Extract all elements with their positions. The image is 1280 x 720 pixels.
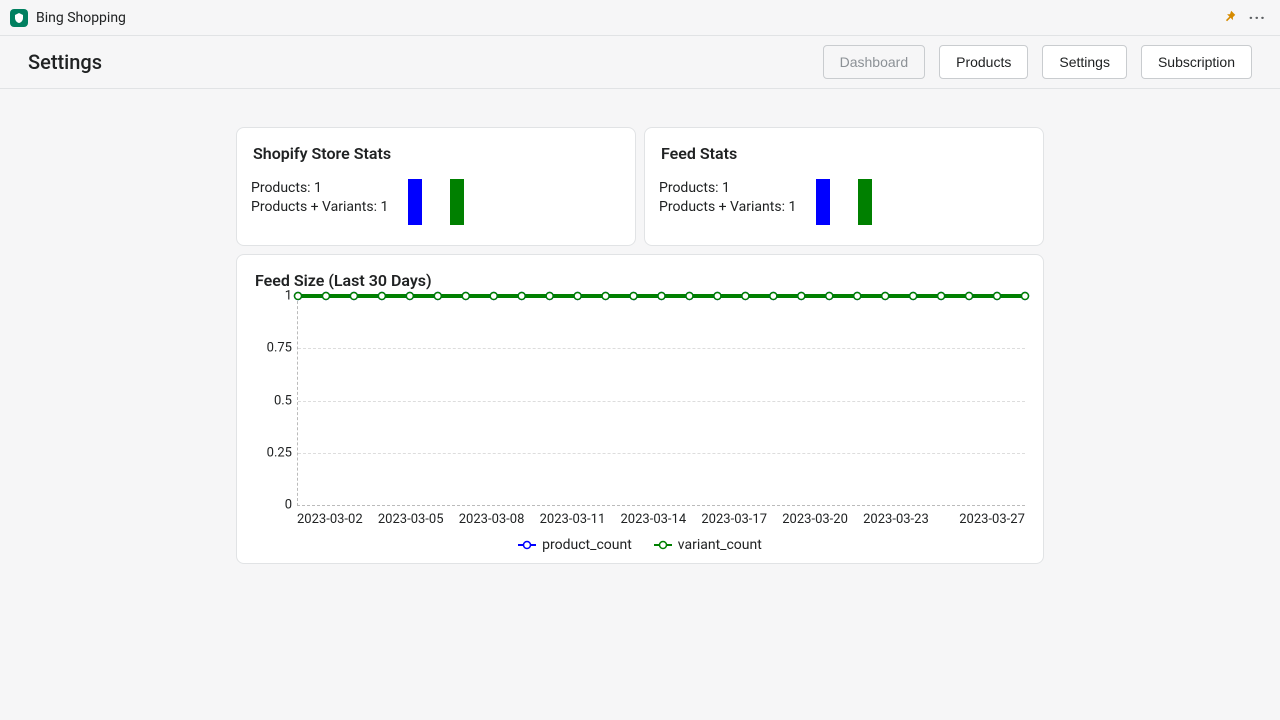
chart-plot-area: 00.250.50.751 — [297, 296, 1025, 506]
legend-marker-icon — [518, 540, 536, 550]
legend-label: variant_count — [678, 537, 762, 553]
chart-point — [966, 293, 973, 300]
app-icon — [10, 9, 28, 27]
shopify-bar-variants — [450, 179, 464, 225]
chart-x-tick: 2023-03-27 — [959, 512, 1025, 527]
chart-point — [350, 293, 357, 300]
chart-point — [854, 293, 861, 300]
chart-y-tick: 0.25 — [258, 445, 292, 460]
legend-label: product_count — [542, 537, 632, 553]
shopify-stat-body: Products: 1 Products + Variants: 1 — [251, 179, 621, 225]
chart-y-tick: 0.5 — [258, 393, 292, 408]
chart-markers-svg — [298, 296, 1025, 505]
shopify-products-label: Products: — [251, 180, 314, 196]
chart-x-tick: 2023-03-11 — [540, 512, 606, 527]
card-shopify-title: Shopify Store Stats — [251, 144, 621, 163]
tab-settings[interactable]: Settings — [1042, 45, 1127, 79]
chart-x-tick: 2023-03-14 — [621, 512, 687, 527]
feed-products-line: Products: 1 — [659, 179, 796, 198]
feed-products-label: Products: — [659, 180, 722, 196]
chart-point — [322, 293, 329, 300]
feed-stat-lines: Products: 1 Products + Variants: 1 — [659, 179, 796, 225]
shopify-bar-products — [408, 179, 422, 225]
card-feed-stats: Feed Stats Products: 1 Products + Varian… — [644, 127, 1044, 246]
chart-x-tick: 2023-03-23 — [863, 512, 929, 527]
chart-x-axis: 2023-03-02 2023-03-05 2023-03-08 2023-03-11… — [297, 512, 1025, 527]
chart-x-tick: 2023-03-05 — [378, 512, 444, 527]
content-inner: Shopify Store Stats Products: 1 Products… — [236, 127, 1044, 564]
feed-stat-body: Products: 1 Products + Variants: 1 — [659, 179, 1029, 225]
chart-point — [938, 293, 945, 300]
shopify-variants-label: Products + Variants: — [251, 199, 380, 215]
chart-legend: product_count variant_count — [247, 537, 1033, 553]
feed-variants-line: Products + Variants: 1 — [659, 198, 796, 217]
chart-point — [686, 293, 693, 300]
chart-x-tick: 2023-03-20 — [782, 512, 848, 527]
shopify-variants-value: 1 — [380, 199, 388, 215]
chart-point — [658, 293, 665, 300]
shopify-products-line: Products: 1 — [251, 179, 388, 198]
tab-subscription[interactable]: Subscription — [1141, 45, 1252, 79]
chart-x-tick: 2023-03-02 — [297, 512, 363, 527]
tab-products[interactable]: Products — [939, 45, 1028, 79]
legend-item[interactable]: variant_count — [654, 537, 762, 553]
chart-y-tick: 1 — [258, 289, 292, 304]
tab-nav: Dashboard Products Settings Subscription — [823, 45, 1252, 79]
feed-variants-value: 1 — [788, 199, 796, 215]
chart-point — [602, 293, 609, 300]
titlebar: Bing Shopping ··· — [0, 0, 1280, 36]
chart-point — [742, 293, 749, 300]
shopify-stat-lines: Products: 1 Products + Variants: 1 — [251, 179, 388, 225]
content: Shopify Store Stats Products: 1 Products… — [0, 89, 1280, 602]
shopify-products-value: 1 — [314, 180, 322, 196]
page-title: Settings — [28, 50, 102, 74]
titlebar-left: Bing Shopping — [10, 9, 126, 27]
chart-point — [378, 293, 385, 300]
chart-point — [630, 293, 637, 300]
feed-mini-chart — [816, 179, 872, 225]
chart-x-tick: 2023-03-08 — [459, 512, 525, 527]
chart-point — [994, 293, 1001, 300]
chart-x-tick: 2023-03-17 — [701, 512, 767, 527]
chart-point — [490, 293, 497, 300]
chart-point — [574, 293, 581, 300]
app-title: Bing Shopping — [36, 10, 126, 26]
feed-bar-products — [816, 179, 830, 225]
chart-point — [518, 293, 525, 300]
card-shopify-stats: Shopify Store Stats Products: 1 Products… — [236, 127, 636, 246]
chart-y-tick: 0.75 — [258, 341, 292, 356]
chart-point — [462, 293, 469, 300]
feed-variants-label: Products + Variants: — [659, 199, 788, 215]
titlebar-right: ··· — [1223, 8, 1266, 27]
feed-bar-variants — [858, 179, 872, 225]
chart-y-tick: 0 — [258, 498, 292, 513]
more-icon[interactable]: ··· — [1249, 8, 1266, 27]
chart-point — [882, 293, 889, 300]
chart-point — [910, 293, 917, 300]
card-feed-size-chart: Feed Size (Last 30 Days) 00.250.50.751 2… — [236, 254, 1044, 564]
chart-point — [546, 293, 553, 300]
chart-point — [1022, 293, 1029, 300]
page-header: Settings Dashboard Products Settings Sub… — [0, 36, 1280, 89]
chart-point — [826, 293, 833, 300]
pin-icon[interactable] — [1223, 8, 1237, 27]
stats-cards-row: Shopify Store Stats Products: 1 Products… — [236, 127, 1044, 246]
chart-point — [770, 293, 777, 300]
card-feed-title: Feed Stats — [659, 144, 1029, 163]
chart-title: Feed Size (Last 30 Days) — [255, 271, 1033, 290]
feed-products-value: 1 — [722, 180, 730, 196]
legend-item[interactable]: product_count — [518, 537, 632, 553]
chart-point — [295, 293, 302, 300]
chart-point — [406, 293, 413, 300]
chart-point — [434, 293, 441, 300]
legend-marker-icon — [654, 540, 672, 550]
chart-point — [714, 293, 721, 300]
chart-point — [798, 293, 805, 300]
shopify-variants-line: Products + Variants: 1 — [251, 198, 388, 217]
tab-dashboard[interactable]: Dashboard — [823, 45, 926, 79]
shopify-mini-chart — [408, 179, 464, 225]
